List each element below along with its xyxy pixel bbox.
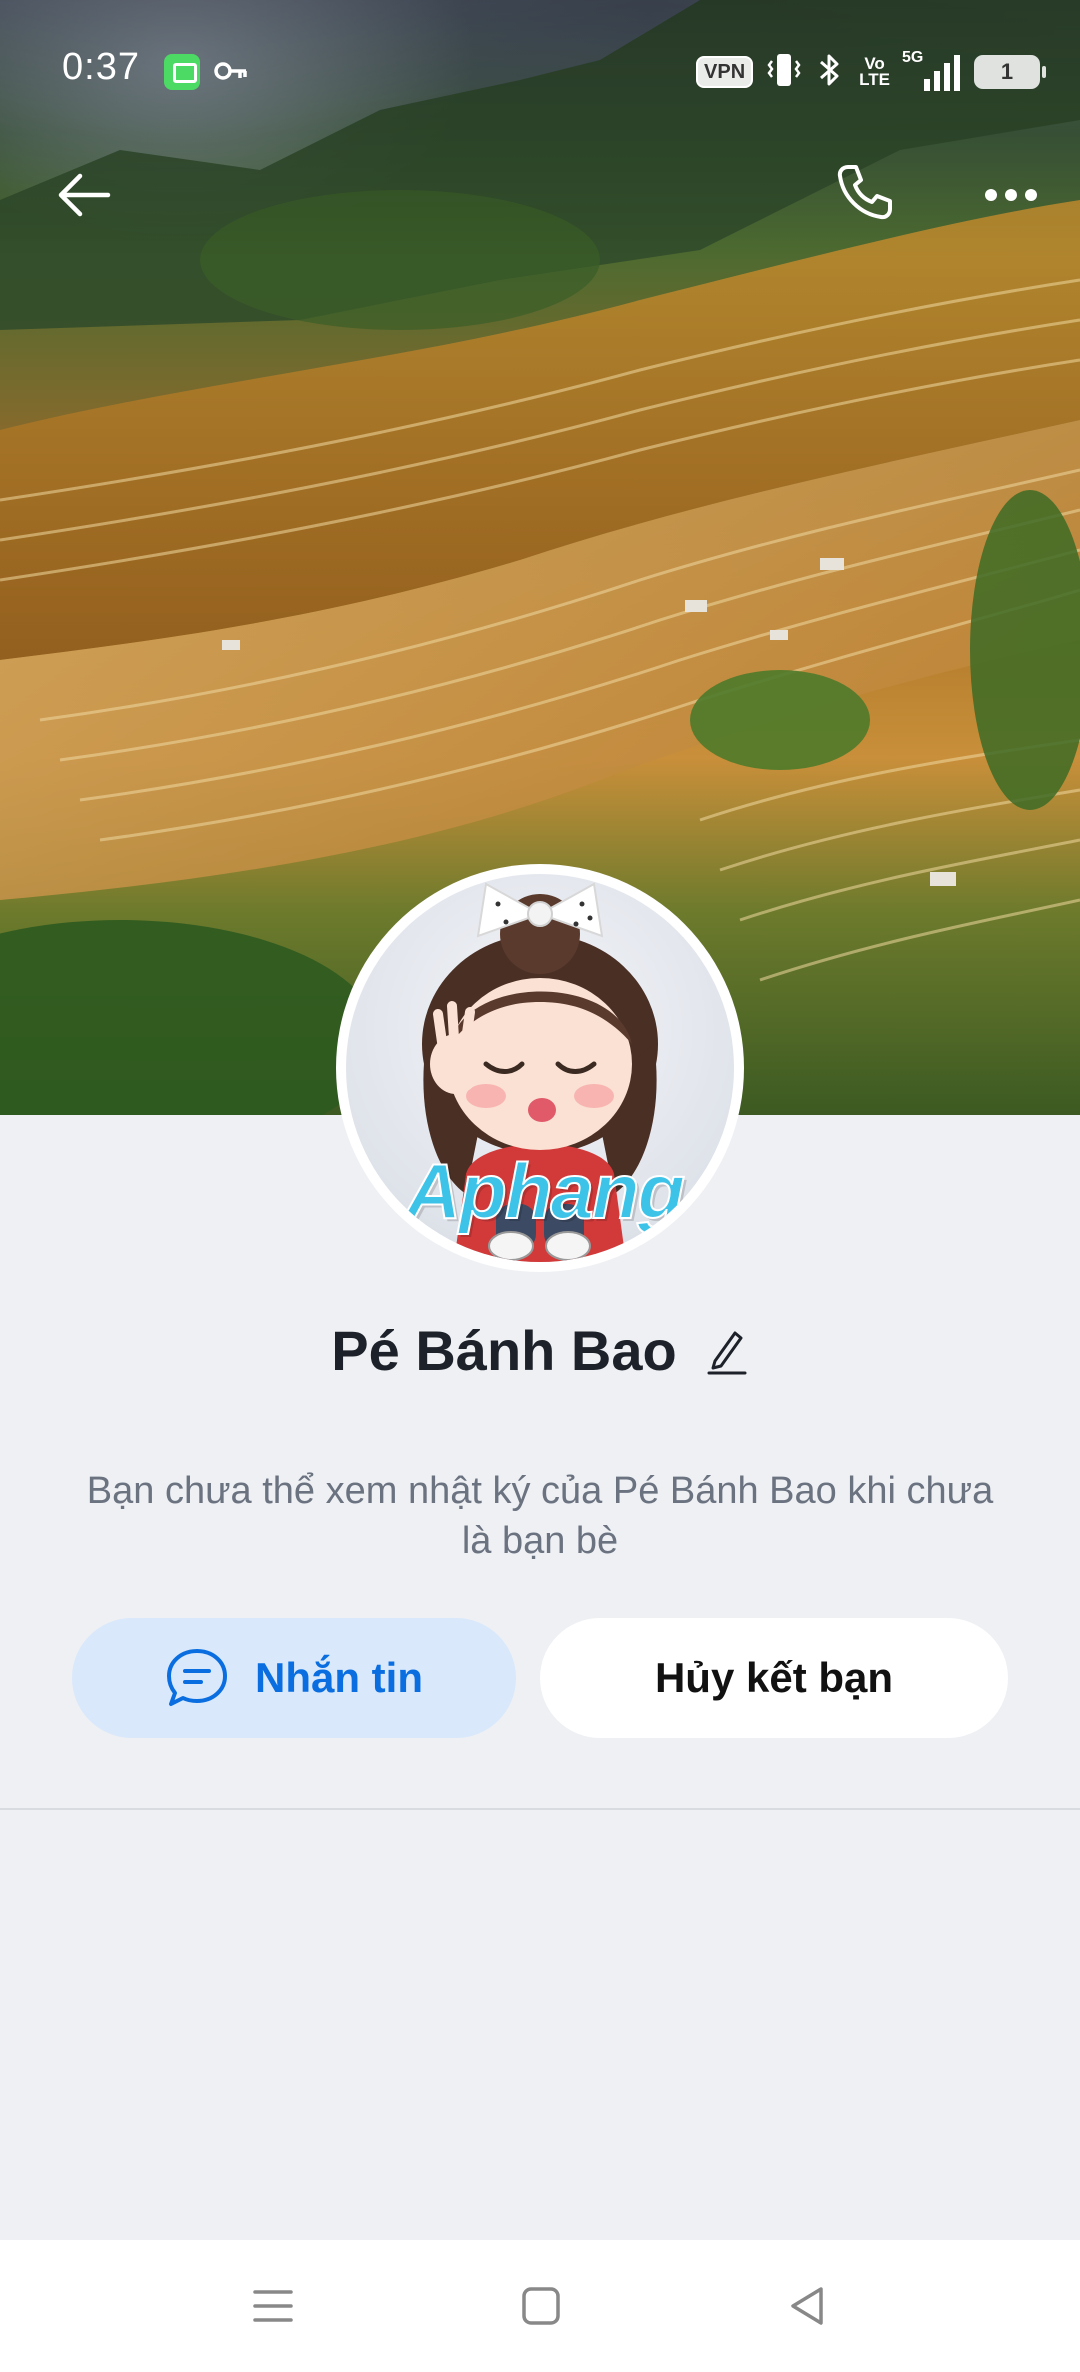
signal-icon: 5G xyxy=(902,49,960,91)
phone-icon xyxy=(837,165,892,220)
back-button[interactable] xyxy=(44,160,124,230)
profile-name-row: Pé Bánh Bao xyxy=(0,1318,1080,1383)
recent-apps-button[interactable] xyxy=(228,2266,318,2346)
unfriend-button-label: Hủy kết bạn xyxy=(654,1654,894,1701)
status-indicators: VPN Vo LTE 5G 1 xyxy=(696,49,1046,94)
privacy-notice: Bạn chưa thể xem nhật ký của Pé Bánh Bao… xyxy=(86,1470,994,1562)
avatar-watermark: Aphang xyxy=(404,1146,686,1236)
menu-icon xyxy=(253,2290,293,2322)
message-notification-icon xyxy=(164,54,200,90)
triangle-back-icon xyxy=(791,2287,823,2325)
chat-bubble-icon xyxy=(167,1649,227,1706)
edit-name-button[interactable] xyxy=(705,1326,749,1376)
status-time: 0:37 xyxy=(62,46,140,88)
section-divider xyxy=(0,1808,1080,1810)
system-back-button[interactable] xyxy=(762,2266,852,2346)
profile-screen: 0:37 VPN Vo LTE 5G 1 Aphang Pé Bánh Bao … xyxy=(0,0,1080,2372)
avatar-image: Aphang xyxy=(346,874,734,1262)
vibrate-icon xyxy=(767,51,801,94)
network-type: 5G xyxy=(902,49,924,66)
volte-bottom: LTE xyxy=(859,70,890,89)
battery-indicator: 1 xyxy=(974,55,1046,89)
bluetooth-icon xyxy=(815,51,845,94)
profile-name: Pé Bánh Bao xyxy=(331,1319,677,1382)
profile-avatar[interactable]: Aphang xyxy=(336,864,744,1272)
home-button[interactable] xyxy=(496,2266,586,2346)
more-horizontal-icon xyxy=(985,189,1037,201)
key-icon xyxy=(214,58,248,89)
unfriend-button[interactable]: Hủy kết bạn xyxy=(540,1618,1008,1738)
message-button[interactable]: Nhắn tin xyxy=(72,1618,516,1738)
system-navigation-bar xyxy=(0,2240,1080,2372)
volte-indicator: Vo LTE xyxy=(859,55,890,89)
call-button[interactable] xyxy=(820,152,910,232)
vpn-badge: VPN xyxy=(696,56,754,88)
status-bar: 0:37 VPN Vo LTE 5G 1 xyxy=(0,0,1080,140)
message-button-label: Nhắn tin xyxy=(255,1654,423,1701)
home-square-icon xyxy=(522,2287,560,2325)
more-options-button[interactable] xyxy=(966,160,1056,230)
arrow-left-icon xyxy=(58,173,111,217)
pencil-icon xyxy=(707,1331,747,1374)
